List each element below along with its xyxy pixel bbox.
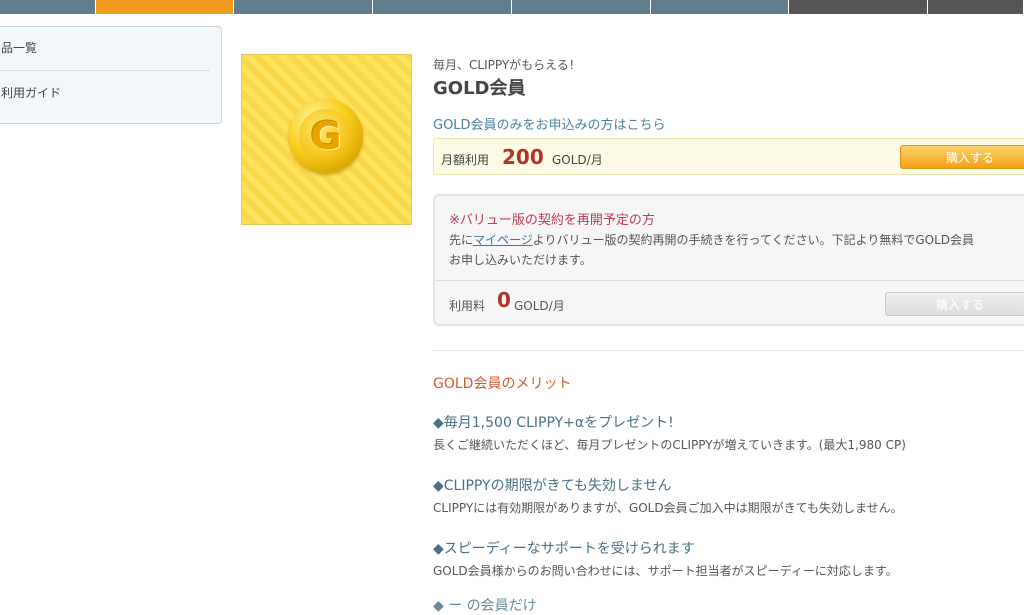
coin-letter: G: [299, 109, 353, 163]
merit-title-cutoff: ◆ ー の会員だけ: [433, 598, 537, 614]
nav-tab[interactable]: [651, 0, 789, 14]
sidebar-item-products[interactable]: 品一覧: [0, 27, 221, 70]
gold-coin-icon: G: [289, 99, 363, 173]
product-tagline: 毎月、CLIPPYがもらえる！: [433, 58, 581, 72]
merit-item: ◆毎月1,500 CLIPPY+αをプレゼント! 長くご継続いただくほど、毎月プ…: [433, 412, 906, 453]
value-plan-text-line2: お申し込みいただけます。: [449, 253, 592, 267]
price-label: 月額利用: [441, 153, 490, 167]
gold-only-heading: GOLD会員のみをお申込みの方はこちら: [433, 118, 666, 133]
value-plan-text: 先にマイページよりバリュー版の契約再開の手続きを行ってください。下記より無料でG…: [449, 230, 1024, 270]
nav-tab[interactable]: [928, 0, 1024, 14]
price-amount: 200: [502, 145, 544, 169]
nav-tab[interactable]: [789, 0, 928, 14]
section-divider: [433, 350, 1024, 351]
merits-heading: GOLD会員のメリット: [433, 376, 572, 392]
sidebar-item-guide[interactable]: 利用ガイド: [0, 72, 221, 115]
product-image: G: [241, 54, 412, 225]
price-unit: GOLD/月: [552, 153, 603, 167]
nav-tab[interactable]: [0, 0, 96, 14]
merit-description: GOLD会員様からのお問い合わせには、サポート担当者がスピーディーに対応します。: [433, 564, 898, 578]
merit-title: ◆CLIPPYの期限がきても失効しません: [433, 478, 672, 494]
merit-title: ◆スピーディーなサポートを受けられます: [433, 541, 695, 557]
sidebar-menu: 品一覧 利用ガイド: [0, 26, 222, 124]
fee-unit: GOLD/月: [514, 299, 565, 313]
value-plan-box: ※バリュー版の契約を再開予定の方 先にマイページよりバリュー版の契約再開の手続き…: [433, 194, 1024, 326]
nav-tab[interactable]: [512, 0, 651, 14]
value-plan-text-before: 先に: [449, 233, 474, 247]
merit-item: ◆スピーディーなサポートを受けられます GOLD会員様からのお問い合わせには、サ…: [433, 538, 898, 579]
nav-tab[interactable]: [234, 0, 373, 14]
buy-button[interactable]: 購入する: [900, 145, 1024, 169]
nav-tab-active[interactable]: [96, 0, 234, 14]
merit-title: ◆毎月1,500 CLIPPY+αをプレゼント!: [433, 415, 674, 431]
fee-amount: 0: [497, 288, 511, 312]
gold-only-price-box: 月額利用 200 GOLD/月 購入する: [433, 138, 1024, 175]
fee-label: 利用料: [449, 299, 486, 313]
merit-item: ◆CLIPPYの期限がきても失効しません CLIPPYには有効期限がありますが、…: [433, 475, 903, 516]
value-plan-divider: [435, 280, 1024, 281]
value-plan-text-after: よりバリュー版の契約再開の手続きを行ってください。下記より無料でGOLD会員: [532, 233, 975, 247]
buy-button-disabled[interactable]: 購入する: [885, 292, 1024, 316]
merit-description: 長くご継続いただくほど、毎月プレゼントのCLIPPYが増えていきます。(最大1,…: [433, 438, 906, 452]
product-title: GOLD会員: [433, 78, 526, 99]
merit-description: CLIPPYには有効期限がありますが、GOLD会員ご加入中は期限がきても失効しま…: [433, 501, 903, 515]
nav-tab[interactable]: [373, 0, 512, 14]
value-plan-heading: ※バリュー版の契約を再開予定の方: [449, 213, 655, 228]
mypage-link[interactable]: マイページ: [473, 233, 533, 247]
top-navigation: [0, 0, 1024, 14]
